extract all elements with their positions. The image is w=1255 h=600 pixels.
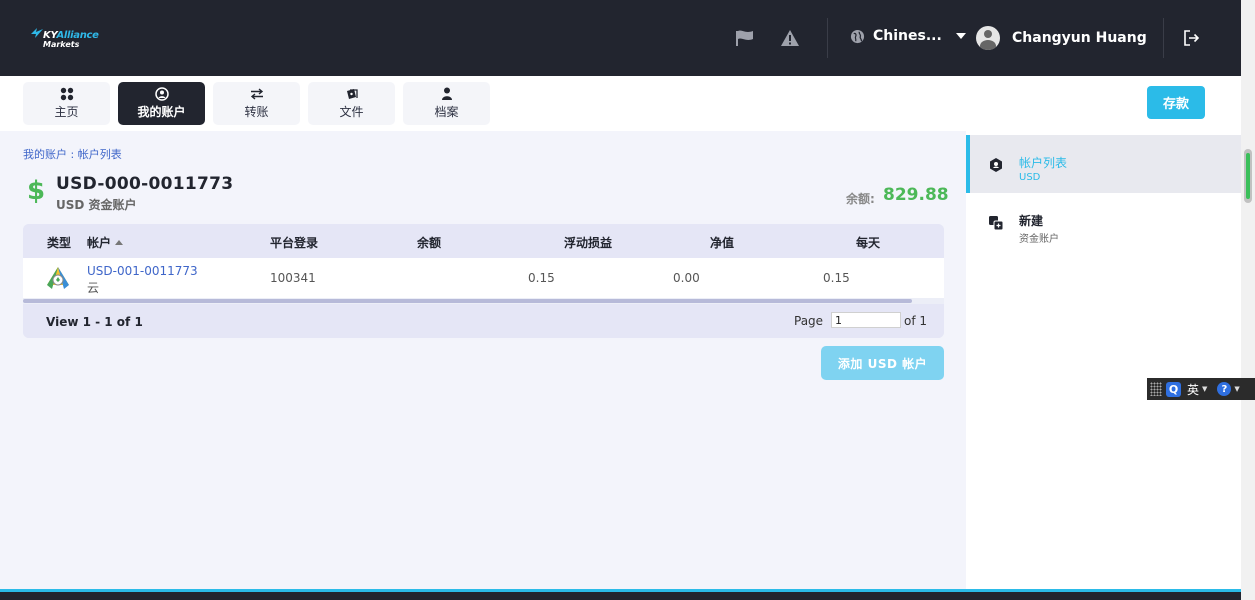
metatrader-icon (45, 265, 71, 294)
user-name: Changyun Huang (1012, 30, 1147, 46)
sidebar-item-label: 帐户列表 (1019, 156, 1068, 170)
ime-logo-icon[interactable]: Q (1166, 381, 1181, 397)
footer-bar (0, 589, 1241, 600)
scrollbar-thumb[interactable] (1244, 149, 1252, 203)
sidebar-item-sublabel: USD (1019, 172, 1041, 183)
sidebar-item-new[interactable]: 新建 资金账户 (966, 193, 1241, 251)
ime-language-toggle[interactable]: 英 (1187, 381, 1199, 398)
globe-icon (850, 29, 865, 43)
tab-label: 转账 (244, 105, 269, 119)
page-number-input[interactable] (831, 312, 901, 328)
cell-daily: 0.15 (823, 271, 850, 285)
page-total: of 1 (904, 314, 928, 328)
scrollbar-thumb[interactable] (23, 299, 912, 303)
account-type-sub: 云 (87, 281, 100, 295)
column-header-daily[interactable]: 每天 (856, 234, 880, 251)
brand-logo[interactable]: KYAlliance Markets (30, 24, 100, 54)
deposit-button[interactable]: 存款 (1147, 86, 1205, 119)
add-usd-account-button[interactable]: 添加 USD 帐户 (821, 346, 944, 380)
table-footer: View 1 - 1 of 1 Page of 1 (23, 304, 944, 338)
page-subtitle: USD 资金账户 (56, 198, 137, 212)
grid-icon (60, 87, 74, 101)
account-link[interactable]: USD-001-0011773 (87, 264, 198, 278)
chevron-down-icon (955, 33, 966, 39)
caret-down-icon: ▼ (1202, 385, 1208, 393)
right-sidebar: 帐户列表 USD 新建 资金账户 (966, 131, 1241, 589)
column-header-login[interactable]: 平台登录 (270, 234, 318, 251)
main-content: 我的账户 : 帐户列表 $ USD-000-0011773 USD 资金账户 余… (0, 131, 966, 589)
tab-label: 档案 (434, 105, 459, 119)
tab-label: 我的账户 (137, 105, 186, 119)
person-icon (441, 87, 453, 101)
avatar (976, 26, 1000, 50)
tab-documents[interactable]: 文件 (308, 82, 395, 125)
tab-label: 主页 (54, 105, 79, 119)
dollar-icon: $ (27, 176, 46, 206)
balance-value: 829.88 (883, 185, 949, 205)
logo-text-line2: Markets (43, 40, 80, 49)
balance-label: 余额: (846, 192, 875, 206)
column-header-account[interactable]: 帐户 (87, 234, 124, 251)
table-row[interactable]: USD-001-0011773 云 100341 0.15 0.00 0.15 (23, 258, 944, 298)
warning-icon[interactable] (779, 27, 801, 49)
main-nav: 主页 我的账户 转账 文件 档案 存款 (0, 76, 1241, 131)
breadcrumb[interactable]: 我的账户 : 帐户列表 (23, 146, 122, 162)
new-account-icon (989, 216, 1004, 231)
logout-icon[interactable] (1180, 27, 1202, 49)
column-header-equity[interactable]: 净值 (710, 234, 734, 251)
user-menu[interactable]: Changyun Huang (976, 26, 1147, 50)
language-label: Chines... (873, 28, 942, 44)
page-vertical-scrollbar[interactable] (1241, 0, 1255, 600)
header-divider (1163, 18, 1164, 58)
header-divider (827, 18, 828, 58)
page-label: Page (794, 314, 824, 328)
column-header-type[interactable]: 类型 (47, 234, 71, 251)
table-header: 类型 帐户 平台登录 余额 浮动损益 净值 每天 (23, 224, 944, 258)
flag-icon[interactable] (734, 27, 756, 49)
tab-transfer[interactable]: 转账 (213, 82, 300, 125)
cell-floating-pl: 0.15 (528, 271, 555, 285)
top-header: KYAlliance Markets Chines... Changyun Hu… (0, 0, 1241, 76)
tab-my-account[interactable]: 我的账户 (118, 82, 205, 125)
language-selector[interactable]: Chines... (850, 28, 966, 44)
documents-icon (345, 87, 359, 101)
cell-equity: 0.00 (673, 271, 700, 285)
tab-profile[interactable]: 档案 (403, 82, 490, 125)
sidebar-item-account-list[interactable]: 帐户列表 USD (966, 135, 1241, 193)
caret-down-icon: ▼ (1234, 385, 1240, 393)
accounts-table: 类型 帐户 平台登录 余额 浮动损益 净值 每天 USD-001-0011773… (23, 224, 944, 338)
drag-handle-icon[interactable] (1150, 382, 1162, 396)
sidebar-item-sublabel: 资金账户 (1019, 234, 1059, 245)
view-count: View 1 - 1 of 1 (46, 315, 143, 329)
help-icon[interactable]: ? (1217, 382, 1232, 396)
user-circle-icon (154, 87, 169, 101)
transfer-arrows-icon (250, 87, 264, 101)
logo-mark-icon (31, 28, 43, 38)
sidebar-item-label: 新建 (1019, 214, 1044, 228)
column-header-balance[interactable]: 余额 (417, 234, 441, 251)
tab-label: 文件 (339, 105, 364, 119)
ime-toolbar[interactable]: Q 英 ▼ ? ▼ (1147, 378, 1255, 400)
account-hexagon-icon (990, 158, 1002, 172)
column-header-floating-pl[interactable]: 浮动损益 (564, 234, 612, 251)
page-title: USD-000-0011773 (56, 174, 234, 194)
cell-login: 100341 (270, 271, 316, 285)
sort-asc-icon (115, 240, 124, 245)
tab-home[interactable]: 主页 (23, 82, 110, 125)
